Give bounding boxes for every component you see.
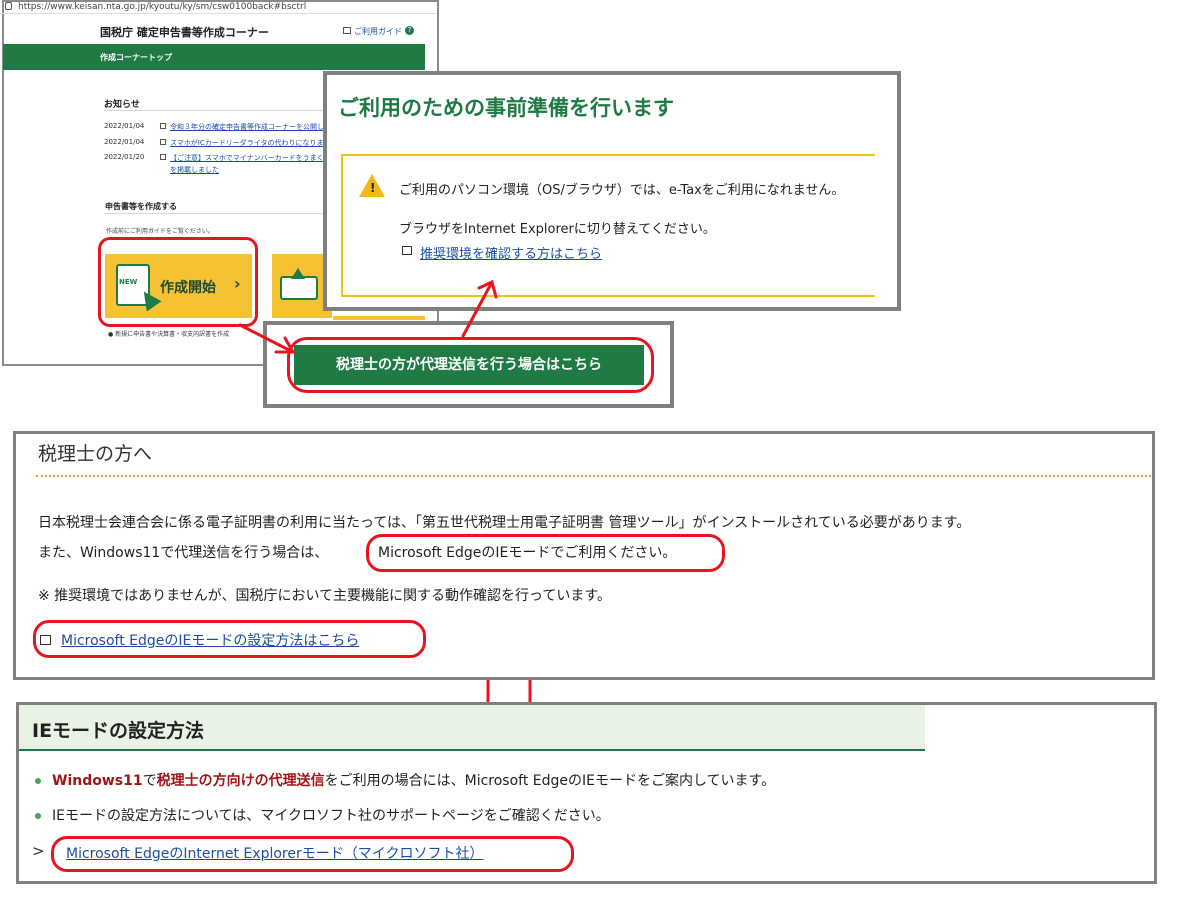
bullet-text: IEモードの設定方法については、マイクロソフト社のサポートページをご確認ください… xyxy=(52,808,610,824)
create-note: 作成前にご利用ガイドをご覧ください。 xyxy=(106,228,214,235)
notice-date: 2022/01/04 xyxy=(104,138,145,146)
bullet-icon xyxy=(35,813,41,819)
help-icon[interactable]: ? xyxy=(405,26,414,35)
highlight-annotation xyxy=(51,836,574,872)
dotted-divider xyxy=(36,475,1151,477)
notice-link-continuation[interactable]: を掲載しました xyxy=(170,165,219,175)
external-link-icon xyxy=(160,139,166,145)
highlight-annotation xyxy=(287,337,654,393)
paragraph: 日本税理士会連合会に係る電子証明書の利用に当たっては、「第五世代税理士用電子証明… xyxy=(38,515,971,531)
note-text: ※ 推奨環境ではありませんが、国税庁において主要機能に関する動作確認を行っていま… xyxy=(38,588,611,604)
create-section-title: 申告書等を作成する xyxy=(105,202,177,211)
highlight-annotation xyxy=(366,534,725,572)
button-edge xyxy=(333,316,425,320)
site-title: 国税庁 確定申告書等作成コーナー xyxy=(100,26,269,39)
highlight-annotation xyxy=(98,237,258,327)
recommended-env-link[interactable]: 推奨環境を確認する方はこちら xyxy=(420,243,602,262)
bullet-icon xyxy=(35,778,41,784)
url-text: https://www.keisan.nta.go.jp/kyoutu/ky/s… xyxy=(18,2,307,12)
warning-icon-mark: ! xyxy=(370,181,376,195)
section-title: IEモードの設定方法 xyxy=(32,720,205,742)
warning-text: ご利用のパソコン環境（OS/ブラウザ）では、e-Taxをご利用になれません。 xyxy=(399,183,845,198)
lock-icon xyxy=(5,2,12,10)
notice-link[interactable]: 令和３年分の確定申告書等作成コーナーを公開し xyxy=(170,122,324,132)
address-bar[interactable]: https://www.keisan.nta.go.jp/kyoutu/ky/s… xyxy=(0,0,437,14)
bullet-text: Windows11で税理士の方向けの代理送信をご利用の場合には、Microsof… xyxy=(52,773,776,789)
notice-date: 2022/01/20 xyxy=(104,153,145,161)
highlight-annotation xyxy=(33,620,426,658)
notice-date: 2022/01/04 xyxy=(104,122,145,130)
popup-title: ご利用のための事前準備を行います xyxy=(338,96,674,120)
external-link-icon xyxy=(160,123,166,129)
notices-title: お知らせ xyxy=(104,100,140,110)
nav-bar xyxy=(3,44,425,70)
nav-top-link[interactable]: 作成コーナートップ xyxy=(100,52,172,63)
external-link-icon xyxy=(160,154,166,160)
link-arrow-icon: > xyxy=(32,842,45,860)
paragraph-prefix: また、Windows11で代理送信を行う場合は、 xyxy=(38,545,329,561)
divider xyxy=(104,213,334,214)
upload-arrow-icon xyxy=(291,268,305,279)
folder-icon xyxy=(280,276,318,300)
notice-link[interactable]: スマホがICカードリーダライタの代わりになりま xyxy=(170,138,323,148)
start-footnote: ● 新規に申告書や決算書・収支内訳書を作成 xyxy=(108,331,230,338)
divider xyxy=(104,110,334,111)
guide-link[interactable]: ご利用ガイド xyxy=(343,26,402,37)
warning-instruction: ブラウザをInternet Explorerに切り替えてください。 xyxy=(399,222,716,237)
section-title: 税理士の方へ xyxy=(38,443,153,465)
external-link-icon xyxy=(402,246,412,255)
notice-link[interactable]: 【ご注意】スマホでマイナンバーカードをうまく xyxy=(170,153,324,163)
